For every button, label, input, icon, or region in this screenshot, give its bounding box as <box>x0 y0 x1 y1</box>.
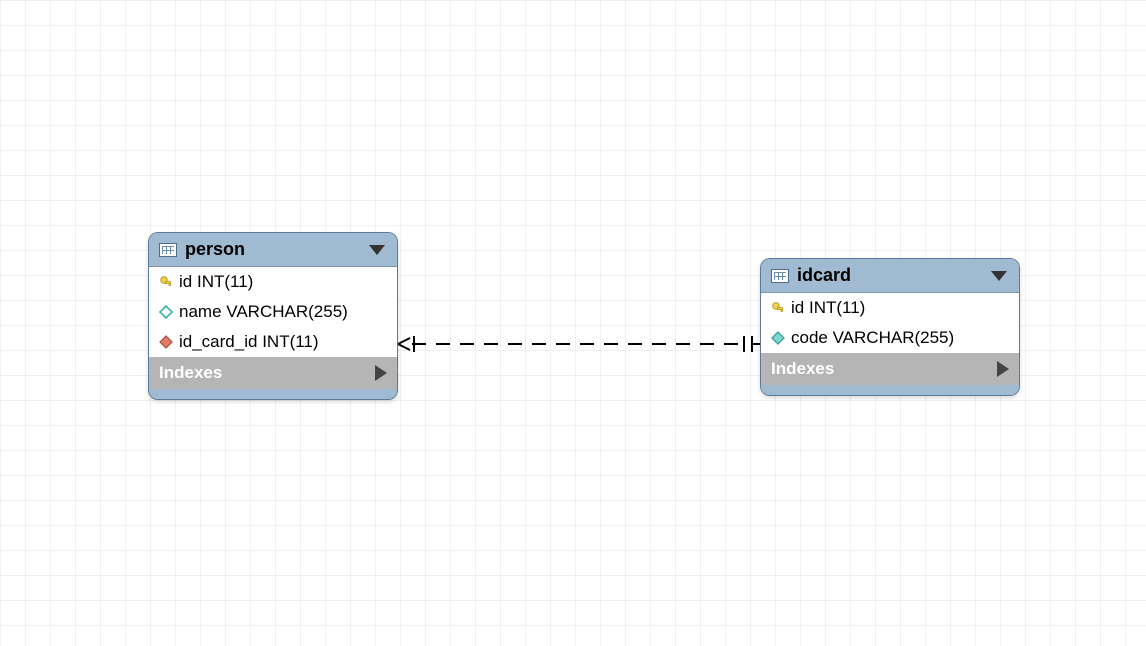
entity-title: idcard <box>797 265 983 286</box>
chevron-right-icon[interactable] <box>997 361 1009 377</box>
column-text: name VARCHAR(255) <box>179 302 348 322</box>
entity-footer <box>149 389 397 399</box>
indexes-label: Indexes <box>771 359 989 379</box>
column-row[interactable]: name VARCHAR(255) <box>149 297 397 327</box>
columns-list: id INT(11) code VARCHAR(255) <box>761 293 1019 353</box>
diagram-canvas[interactable]: person id INT(11) name VARCHAR(255) i <box>0 0 1146 646</box>
column-row[interactable]: id INT(11) <box>149 267 397 297</box>
chevron-right-icon[interactable] <box>375 365 387 381</box>
indexes-section[interactable]: Indexes <box>761 353 1019 385</box>
column-text: id INT(11) <box>791 298 865 318</box>
chevron-down-icon[interactable] <box>991 271 1007 281</box>
key-icon <box>159 275 173 289</box>
column-row[interactable]: id INT(11) <box>761 293 1019 323</box>
table-icon <box>771 269 789 283</box>
relationship-line <box>398 334 760 354</box>
entity-idcard[interactable]: idcard id INT(11) code VARCHAR(255) Inde… <box>760 258 1020 396</box>
table-icon <box>159 243 177 257</box>
diamond-open-icon <box>159 305 173 319</box>
column-text: code VARCHAR(255) <box>791 328 954 348</box>
column-row[interactable]: code VARCHAR(255) <box>761 323 1019 353</box>
key-icon <box>771 301 785 315</box>
column-text: id_card_id INT(11) <box>179 332 319 352</box>
column-text: id INT(11) <box>179 272 253 292</box>
entity-title: person <box>185 239 361 260</box>
entity-header[interactable]: person <box>149 233 397 267</box>
entity-footer <box>761 385 1019 395</box>
indexes-label: Indexes <box>159 363 367 383</box>
diamond-red-icon <box>159 335 173 349</box>
chevron-down-icon[interactable] <box>369 245 385 255</box>
entity-header[interactable]: idcard <box>761 259 1019 293</box>
column-row[interactable]: id_card_id INT(11) <box>149 327 397 357</box>
indexes-section[interactable]: Indexes <box>149 357 397 389</box>
columns-list: id INT(11) name VARCHAR(255) id_card_id … <box>149 267 397 357</box>
diamond-filled-icon <box>771 331 785 345</box>
entity-person[interactable]: person id INT(11) name VARCHAR(255) i <box>148 232 398 400</box>
